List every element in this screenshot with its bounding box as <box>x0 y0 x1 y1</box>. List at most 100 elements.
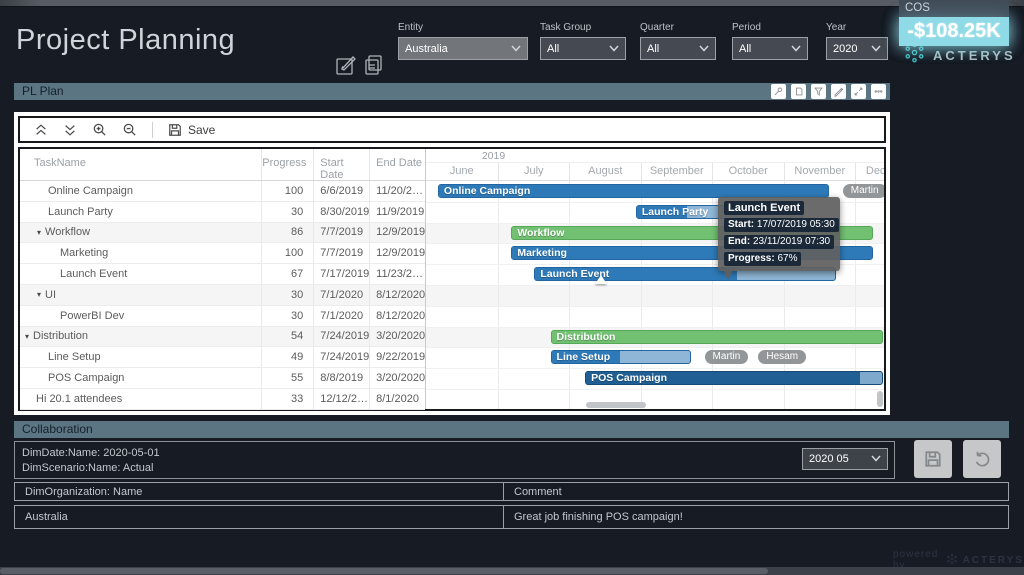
filter-dropdown[interactable]: All <box>640 37 716 60</box>
start-date-cell: 8/30/2019 <box>313 201 369 222</box>
copy-visual-icon[interactable] <box>791 84 806 99</box>
end-date-cell: 8/12/2020 <box>369 284 425 305</box>
progress-cell: 30 <box>261 201 313 222</box>
start-date-cell: 7/7/2019 <box>313 222 369 243</box>
start-date-cell: 7/7/2019 <box>313 243 369 264</box>
end-date-cell: 9/22/2019 <box>369 347 425 368</box>
toolbar-separator <box>152 121 153 138</box>
end-date-cell: 12/9/2019 <box>369 222 425 243</box>
table-row[interactable]: ▾ Distribution 54 7/24/2019 3/20/2020 <box>20 326 425 348</box>
end-date-cell: 8/12/2020 <box>369 305 425 326</box>
task-name: Distribution <box>33 330 89 343</box>
month-label: December <box>855 163 884 181</box>
comment-cell[interactable]: Great job finishing POS campaign! <box>504 511 683 523</box>
end-date-cell: 3/20/2020 <box>369 368 425 388</box>
task-name: POS Campaign <box>48 372 125 385</box>
table-row[interactable]: Hi 20.1 attendees 33 12/12/2… 8/1/2020 <box>20 388 425 410</box>
tooltip-pointer <box>723 270 733 285</box>
table-row[interactable]: Online Campaign 100 6/6/2019 11/20/2… <box>20 181 425 202</box>
more-options-icon[interactable] <box>871 84 886 99</box>
gantt-bar[interactable]: Line Setup <box>550 350 691 365</box>
row-gridline <box>426 305 884 307</box>
table-row[interactable]: ▾ Workflow 86 7/7/2019 12/9/2019 <box>20 222 425 244</box>
filter-dropdown[interactable]: All <box>540 37 626 60</box>
tooltip-progress-value: 67% <box>777 253 798 264</box>
task-name-cell: Hi 20.1 attendees <box>20 389 261 409</box>
task-name: Workflow <box>45 226 91 239</box>
zoom-out-icon[interactable] <box>122 122 137 137</box>
filter-year: Year 2020 <box>826 22 888 60</box>
column-header-enddate[interactable]: End Date <box>369 149 425 180</box>
collapse-toggle-icon[interactable]: ▾ <box>37 290 41 299</box>
table-row[interactable]: Marketing 100 7/7/2019 12/9/2019 <box>20 243 425 265</box>
task-table-header: TaskName Progress Start Date End Date <box>20 149 425 181</box>
edit-report-icon[interactable] <box>334 53 358 77</box>
save-icon <box>169 123 181 136</box>
bar-drag-handle[interactable] <box>594 275 607 285</box>
acterys-logo-icon-small <box>946 553 958 568</box>
row-gridline <box>426 326 884 328</box>
gantt-bar[interactable]: POS Campaign <box>585 371 883 386</box>
row-gridline <box>426 368 884 370</box>
task-name-cell: Marketing <box>20 243 261 263</box>
table-row[interactable]: Line Setup 49 7/24/2019 9/22/2019 <box>20 347 425 369</box>
pin-icon[interactable] <box>771 84 786 99</box>
month-label: October <box>712 163 784 181</box>
month-label: July <box>497 163 570 181</box>
dimdate-line: DimDate:Name: 2020-05-01 <box>22 447 160 459</box>
progress-cell: 49 <box>261 347 313 368</box>
column-header-startdate[interactable]: Start Date <box>313 149 369 181</box>
undo-icon <box>975 451 990 467</box>
filter-dropdown[interactable]: All <box>732 37 808 60</box>
gantt-horizontal-scrollbar[interactable] <box>586 402 646 408</box>
chevron-down-icon <box>871 453 881 465</box>
column-header-taskname[interactable]: TaskName <box>20 149 261 180</box>
progress-cell: 86 <box>261 222 313 243</box>
filter-dropdown[interactable]: Australia <box>398 37 528 60</box>
focus-mode-icon[interactable] <box>851 84 866 99</box>
gantt-bar-label: Launch Party <box>641 205 709 218</box>
column-header-organization: DimOrganization: Name <box>15 483 504 500</box>
end-date-cell: 8/1/2020 <box>369 388 425 409</box>
task-name: Online Campaign <box>48 184 133 197</box>
task-name-cell: Online Campaign <box>20 181 261 201</box>
table-row[interactable]: POS Campaign 55 8/8/2019 3/20/2020 <box>20 368 425 389</box>
comment-table-header: DimOrganization: Name Comment <box>14 482 1009 501</box>
filter-entity: Entity Australia <box>398 22 528 60</box>
comment-undo-button[interactable] <box>963 440 1001 478</box>
start-date-cell: 12/12/2… <box>313 388 369 409</box>
table-row[interactable]: Launch Event 67 7/17/2019 11/23/2… <box>20 264 425 285</box>
collapse-toggle-icon[interactable]: ▾ <box>25 332 29 341</box>
edit-icon[interactable] <box>831 84 846 99</box>
organization-cell[interactable]: Australia <box>15 506 504 528</box>
collapse-all-icon[interactable] <box>34 123 48 137</box>
expand-all-icon[interactable] <box>63 123 77 137</box>
progress-cell: 54 <box>261 326 313 347</box>
top-scrollbar[interactable] <box>0 0 1024 7</box>
table-row[interactable]: Launch Party 30 8/30/2019 11/9/2019 <box>20 201 425 223</box>
month-gridline <box>497 181 499 409</box>
chevron-down-icon <box>871 43 881 55</box>
table-row[interactable]: ▾ UI 30 7/1/2020 8/12/2020 <box>20 284 425 306</box>
gantt-bar-label: Online Campaign <box>443 185 531 197</box>
gantt-vertical-scrollbar[interactable] <box>877 391 883 407</box>
progress-cell: 55 <box>261 368 313 388</box>
copy-pages-icon[interactable] <box>362 53 386 77</box>
comment-save-button[interactable] <box>914 440 952 478</box>
end-date-cell: 11/20/2… <box>369 181 425 201</box>
save-button[interactable]: Save <box>168 123 215 137</box>
filter-icon[interactable] <box>811 84 826 99</box>
gantt-bar[interactable]: Distribution <box>550 329 883 344</box>
collapse-toggle-icon[interactable]: ▾ <box>37 228 41 237</box>
gantt-toolbar: Save <box>18 116 886 143</box>
gantt-bar[interactable]: Online Campaign <box>437 184 829 198</box>
filter-period: Period All <box>732 22 808 60</box>
period-dropdown[interactable]: 2020 05 <box>802 448 888 470</box>
filter-dropdown[interactable]: 2020 <box>826 37 888 60</box>
column-header-progress[interactable]: Progress <box>261 149 313 180</box>
bottom-scrollbar-thumb[interactable] <box>0 568 768 574</box>
table-row[interactable]: PowerBI Dev 30 7/1/2020 8/12/2020 <box>20 305 425 327</box>
zoom-in-icon[interactable] <box>92 122 107 137</box>
chevron-down-icon <box>511 43 521 55</box>
gantt-bar-label: Line Setup <box>556 351 611 364</box>
